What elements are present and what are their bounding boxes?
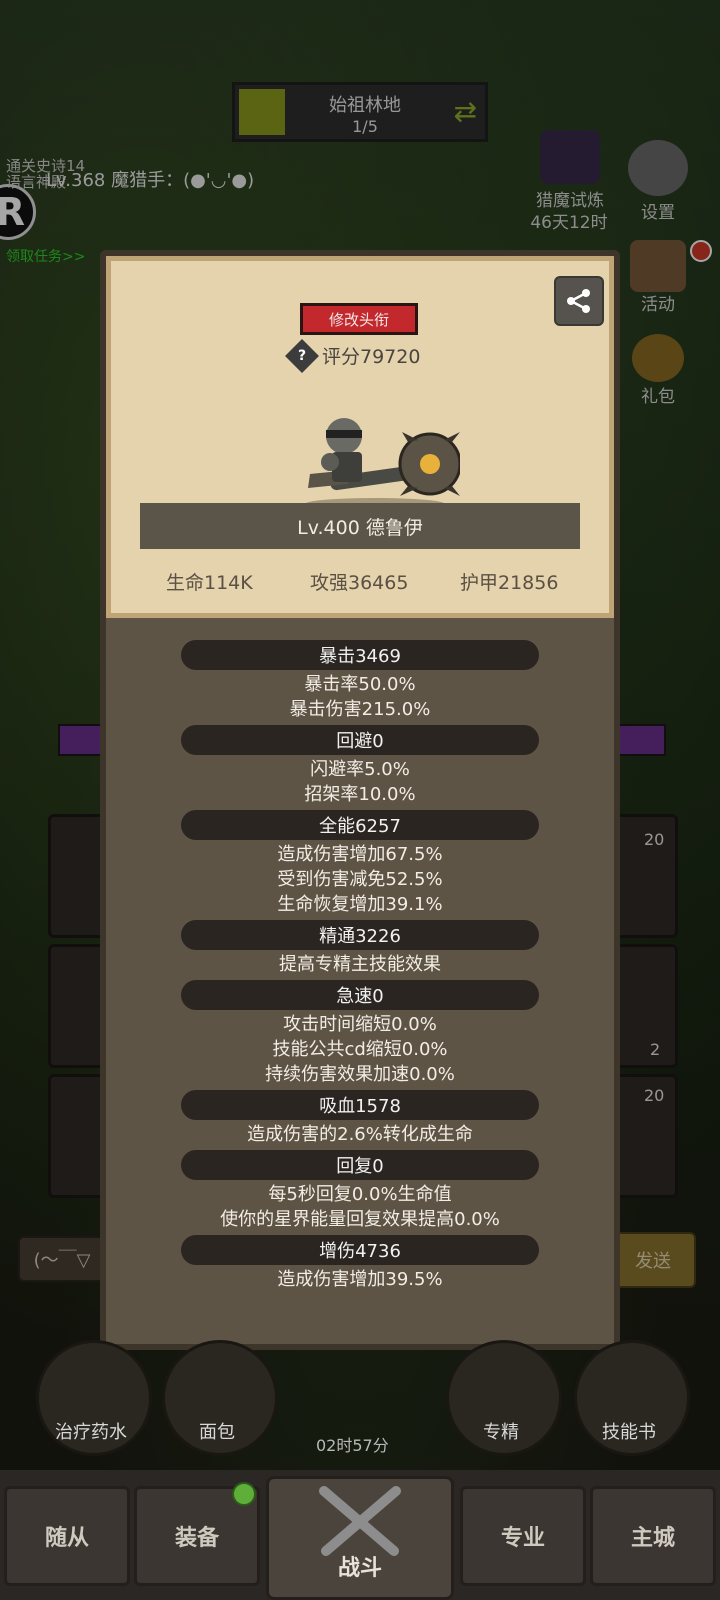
attack-stat: 攻强36465: [310, 572, 409, 594]
stat-line: 使你的星界能量回复效果提高0.0%: [220, 1209, 500, 1230]
stat-line: 造成伤害增加39.5%: [277, 1269, 443, 1290]
equipment-notification-dot: [232, 1482, 256, 1506]
stat-line: 攻击时间缩短0.0%: [283, 1014, 437, 1035]
section-mastery: 精通3226: [181, 920, 539, 950]
bread-label: 面包: [199, 1422, 235, 1443]
nav-followers[interactable]: 随从: [4, 1486, 130, 1586]
stat-line: 招架率10.0%: [304, 784, 416, 805]
section-regen: 回复0: [181, 1150, 539, 1180]
armor-stat: 护甲21856: [460, 572, 559, 594]
spec-label: 专精: [483, 1422, 519, 1443]
nav-profession[interactable]: 专业: [460, 1486, 586, 1586]
score-value: 评分79720: [322, 346, 421, 368]
battle-label: 战斗: [337, 1556, 382, 1581]
stat-line: 生命恢复增加39.1%: [277, 894, 443, 915]
stat-line: 每5秒回复0.0%生命值: [268, 1184, 452, 1205]
section-evasion: 回避0: [181, 725, 539, 755]
potion-label: 治疗药水: [55, 1422, 127, 1443]
stat-line: 持续伤害效果加速0.0%: [265, 1064, 455, 1085]
stat-line: 暴击伤害215.0%: [289, 699, 431, 720]
stat-line: 造成伤害增加67.5%: [277, 844, 443, 865]
share-icon[interactable]: [554, 276, 604, 326]
stat-line: 闪避率5.0%: [310, 759, 410, 780]
section-versatility: 全能6257: [181, 810, 539, 840]
stat-line: 暴击率50.0%: [304, 674, 416, 695]
section-haste: 急速0: [181, 980, 539, 1010]
section-damage-boost: 增伤4736: [181, 1235, 539, 1265]
hero-portrait: [305, 418, 460, 510]
nav-city[interactable]: 主城: [590, 1486, 716, 1586]
help-icon[interactable]: ?: [285, 338, 319, 373]
skillbook-label: 技能书: [602, 1422, 656, 1443]
stat-line: 受到伤害减免52.5%: [277, 869, 443, 890]
section-lifesteal: 吸血1578: [181, 1090, 539, 1120]
score-row: ? 评分79720: [285, 338, 421, 373]
chest-timer: 02时57分: [316, 1436, 389, 1455]
stat-line: 提高专精主技能效果: [279, 954, 441, 975]
stat-line: 技能公共cd缩短0.0%: [272, 1039, 448, 1060]
section-crit: 暴击3469: [181, 640, 539, 670]
hp-stat: 生命114K: [166, 572, 253, 594]
stat-line: 造成伤害的2.6%转化成生命: [247, 1124, 473, 1145]
edit-title-button[interactable]: 修改头衔: [300, 303, 418, 335]
hero-name-bar: Lv.400 德鲁伊: [140, 503, 580, 549]
